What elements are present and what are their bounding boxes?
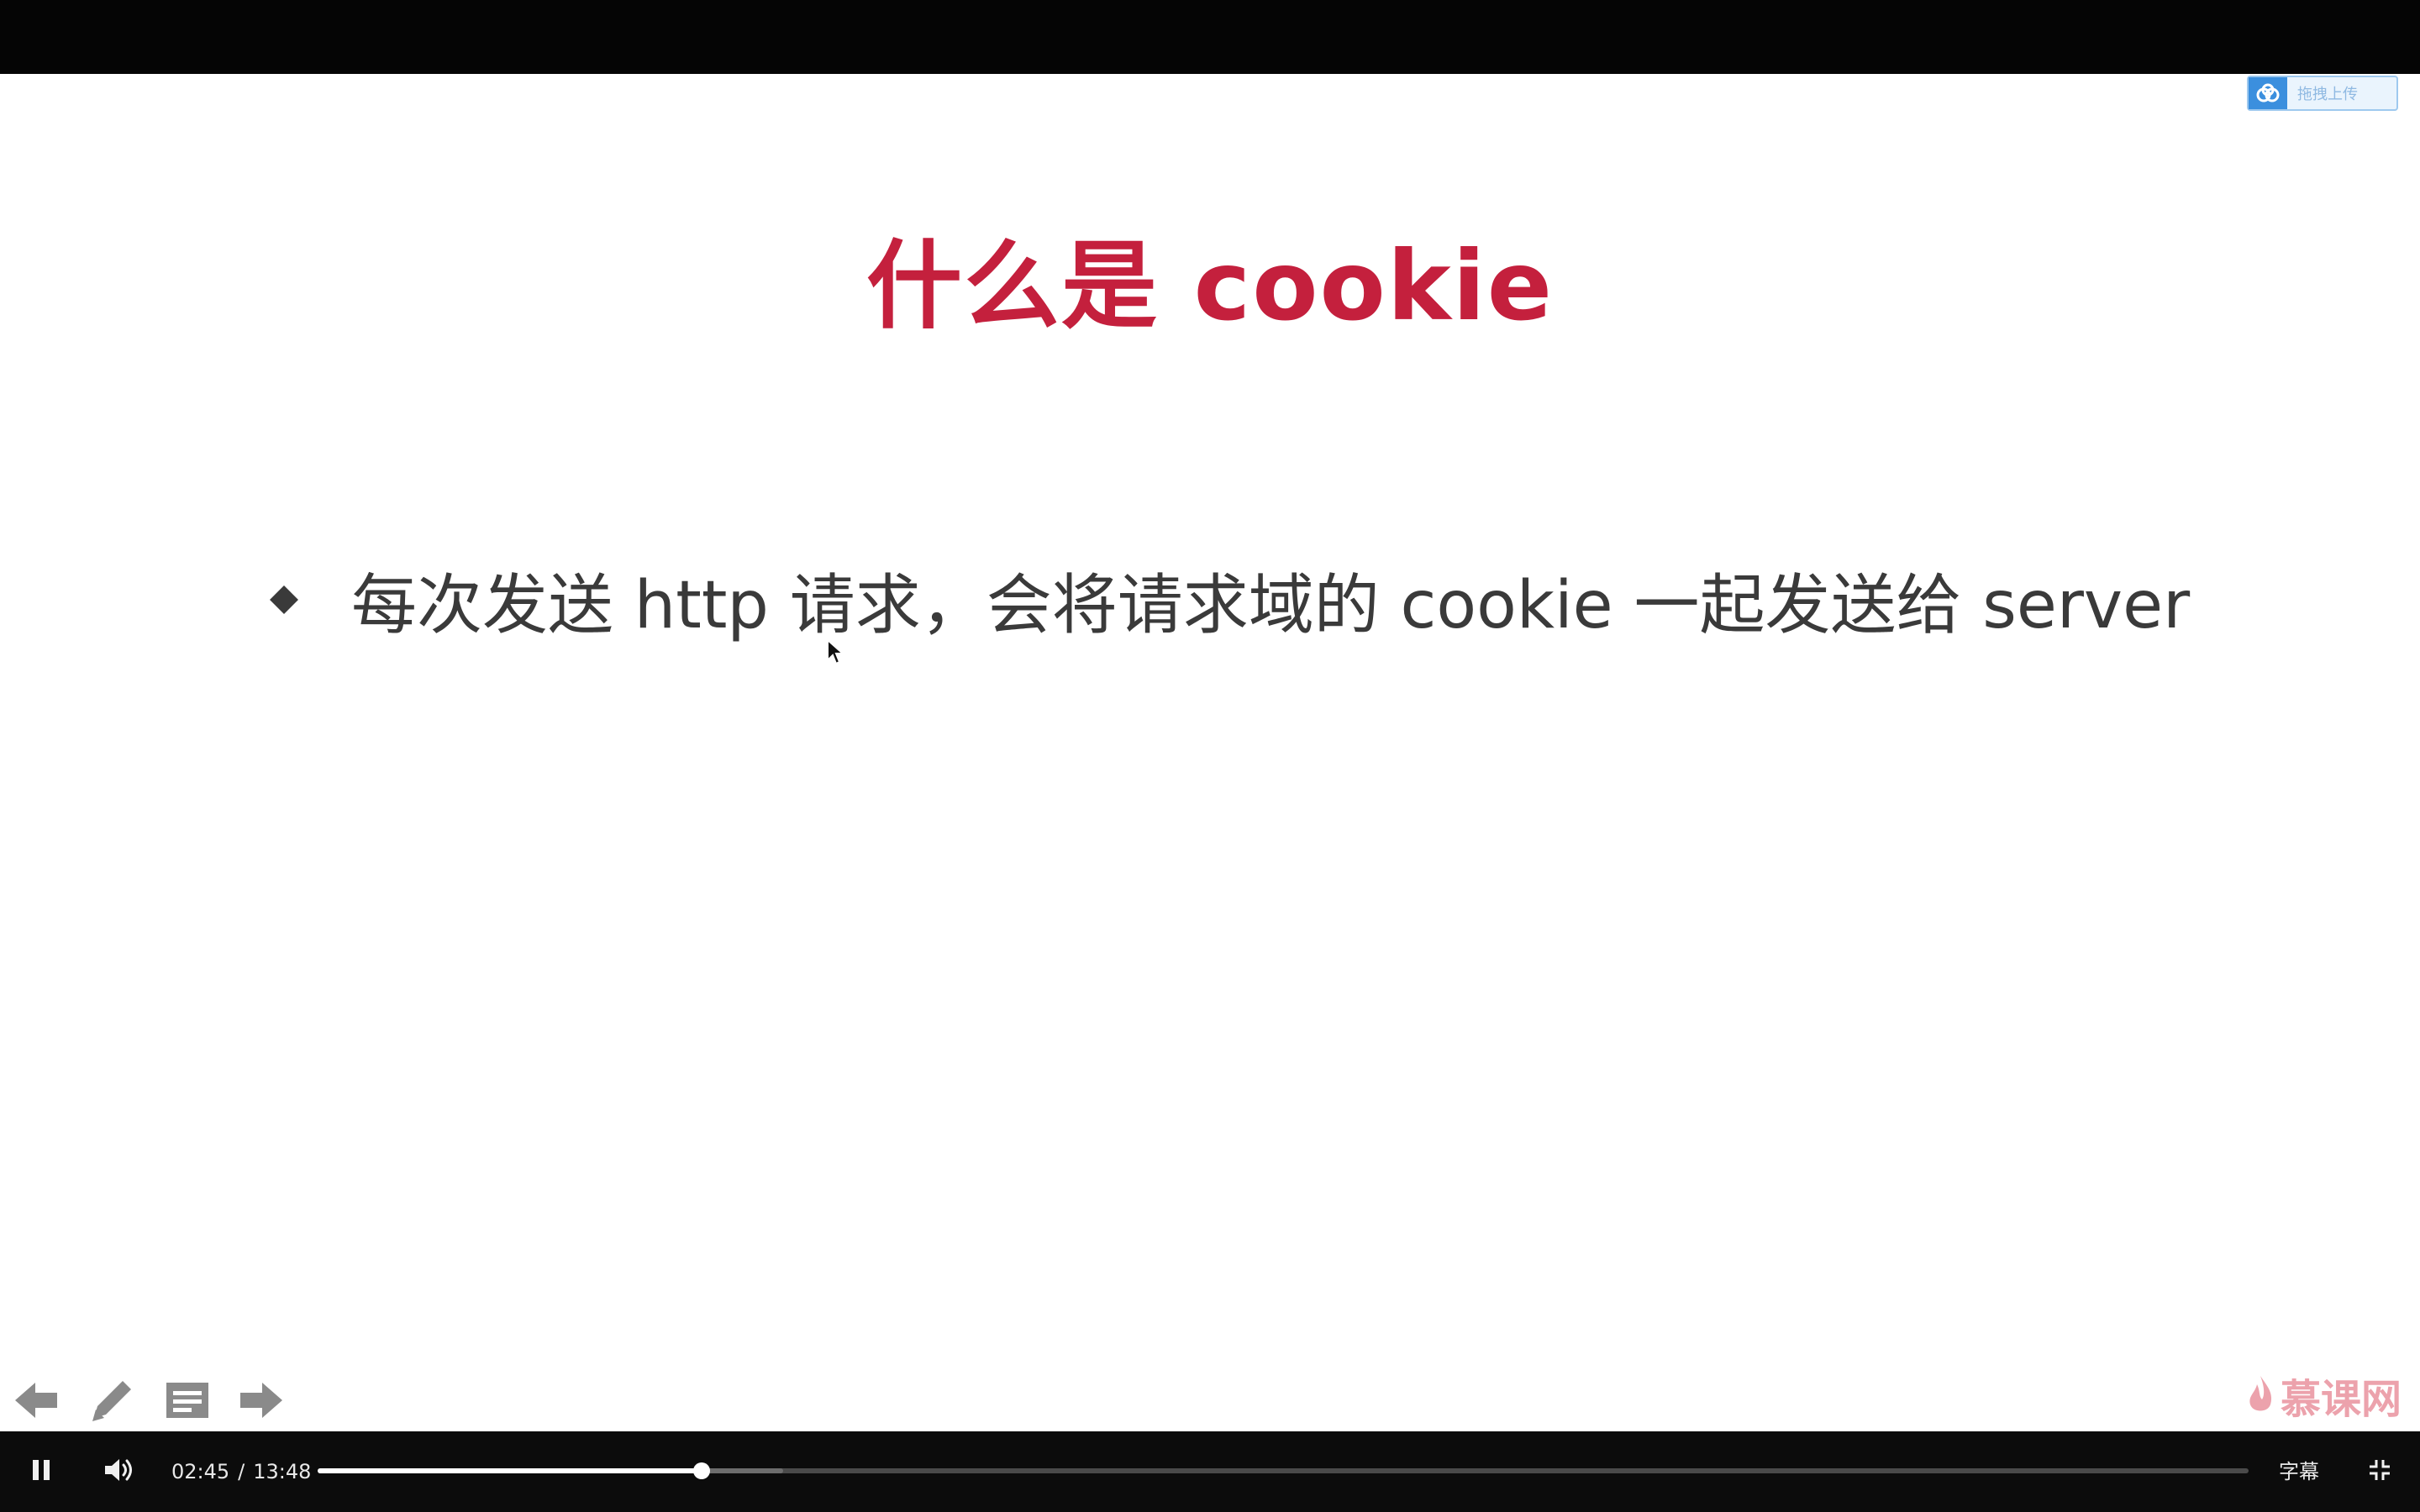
current-time: 02:45 xyxy=(171,1460,230,1483)
cloud-icon xyxy=(2249,77,2287,109)
arrow-left-icon[interactable] xyxy=(12,1376,60,1425)
bullet-text: 每次发送 http 请求，会将请求域的 cookie 一起发送给 server xyxy=(351,568,2191,643)
progress-played xyxy=(318,1468,702,1473)
flame-icon xyxy=(2249,1376,2272,1411)
volume-icon xyxy=(105,1459,132,1481)
slide-title: 什么是 cookie xyxy=(865,230,1555,342)
notes-icon[interactable] xyxy=(163,1376,212,1425)
volume-button[interactable] xyxy=(103,1456,136,1488)
mouse-cursor-icon xyxy=(826,638,845,669)
brand-name: 慕课网 xyxy=(2280,1376,2402,1423)
pause-button[interactable] xyxy=(30,1457,52,1486)
letterbox-top xyxy=(0,0,2420,74)
player-controls: 02:45 / 13:48 字幕 xyxy=(0,1431,2420,1512)
subtitle-button[interactable]: 字幕 xyxy=(2279,1431,2319,1512)
pause-icon xyxy=(33,1460,50,1480)
upload-badge-label: 拖拽上传 xyxy=(2297,86,2358,103)
video-player: 拖拽上传 什么是 cookie 每次发送 http 请求，会将请求域的 cook… xyxy=(0,0,2420,1512)
progress-bar[interactable] xyxy=(318,1462,2249,1479)
arrow-right-icon[interactable] xyxy=(237,1376,286,1425)
slide-frame[interactable]: 拖拽上传 什么是 cookie 每次发送 http 请求，会将请求域的 cook… xyxy=(0,74,2420,1431)
pen-icon[interactable] xyxy=(86,1374,138,1426)
brand-logo: 慕课网 xyxy=(2245,1366,2402,1425)
bullet-item: 每次发送 http 请求，会将请求域的 cookie 一起发送给 server xyxy=(270,553,2191,647)
exit-fullscreen-button[interactable] xyxy=(2368,1458,2391,1485)
ppt-controls xyxy=(12,1374,286,1426)
progress-handle[interactable] xyxy=(693,1462,711,1479)
duration: 13:48 xyxy=(253,1460,312,1483)
upload-badge[interactable]: 拖拽上传 xyxy=(2247,76,2398,111)
exit-fullscreen-icon xyxy=(2370,1460,2390,1480)
time-separator: / xyxy=(238,1460,245,1483)
time-display: 02:45 / 13:48 xyxy=(171,1431,311,1512)
bullet-diamond-icon xyxy=(270,585,298,614)
